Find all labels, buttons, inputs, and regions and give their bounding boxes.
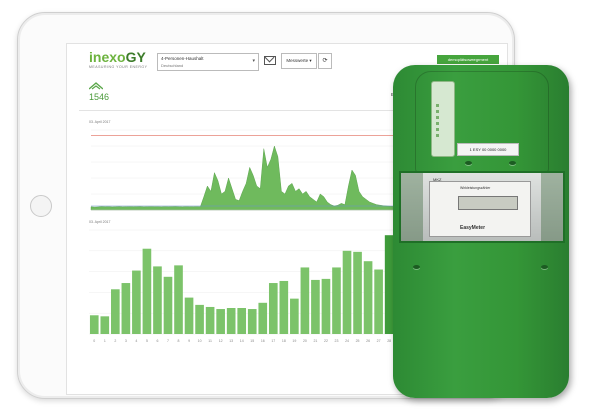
tick-label: 28 bbox=[387, 339, 391, 343]
bar bbox=[237, 308, 247, 334]
tick-label: 5 bbox=[146, 339, 148, 343]
location-subtitle: Deutschland bbox=[161, 63, 184, 68]
top-action-button[interactable]: demoplätsoweegrment bbox=[437, 55, 499, 64]
share-button[interactable]: ⟳ bbox=[318, 53, 332, 69]
meter-model-label: MKZ bbox=[433, 177, 442, 182]
mail-icon[interactable] bbox=[264, 56, 276, 65]
tick-label: 0 bbox=[93, 339, 95, 343]
meter-brand: EasyMeter bbox=[460, 225, 486, 231]
bar bbox=[363, 261, 373, 334]
tick-label: 18 bbox=[282, 339, 286, 343]
bar bbox=[121, 283, 131, 334]
bar bbox=[132, 270, 141, 334]
bar bbox=[226, 308, 236, 334]
tick-label: 13 bbox=[229, 339, 233, 343]
meter-lcd-display bbox=[458, 196, 518, 210]
bar bbox=[89, 315, 99, 334]
window-side-right bbox=[541, 173, 563, 241]
meter-counter: 1546 bbox=[89, 92, 110, 102]
bar bbox=[332, 267, 341, 334]
measurements-menu-button[interactable]: Messwerte ▾ bbox=[281, 53, 317, 69]
brand-logo[interactable]: inexoGY bbox=[89, 49, 146, 65]
logo-text-a: inexo bbox=[89, 49, 126, 65]
screw-icon bbox=[509, 161, 516, 165]
tick-label: 26 bbox=[366, 339, 370, 343]
bar bbox=[321, 278, 331, 334]
bar bbox=[290, 298, 299, 334]
meter-faceplate: Wirkleistungszähler EasyMeter bbox=[429, 181, 531, 237]
tick-label: 12 bbox=[219, 339, 223, 343]
tick-label: 16 bbox=[261, 339, 265, 343]
tick-label: 25 bbox=[356, 339, 360, 343]
tick-label: 19 bbox=[292, 339, 296, 343]
bar bbox=[258, 302, 268, 334]
tick-label: 2 bbox=[114, 339, 116, 343]
tick-label: 11 bbox=[208, 339, 212, 343]
bar bbox=[216, 309, 225, 334]
bar bbox=[247, 309, 257, 334]
gateway-connector bbox=[431, 81, 455, 157]
tick-label: 20 bbox=[303, 339, 307, 343]
bar bbox=[311, 279, 320, 334]
bar-chart-date: 03. April 2017 bbox=[89, 220, 111, 224]
daily-bar-chart: 0 1 2 3 4 5 6 7 8 9 10 11 12 13 14 15 16 17 18 19 20 21 22 23 24… bbox=[89, 229, 426, 343]
smart-meter-device: 1 ESY 00 0000 0000 Wirkleistungszähler E… bbox=[393, 65, 569, 398]
bar bbox=[184, 297, 194, 334]
tick-label: 17 bbox=[271, 339, 275, 343]
bar bbox=[111, 289, 120, 334]
tick-label: 7 bbox=[167, 339, 169, 343]
line-chart-date: 03. April 2017 bbox=[89, 120, 111, 124]
tick-label: 1 bbox=[104, 339, 106, 343]
bar bbox=[153, 266, 162, 334]
logo-tagline: MEASURING YOUR ENERGY bbox=[89, 65, 148, 69]
screw-icon bbox=[465, 161, 472, 165]
bar bbox=[300, 267, 310, 334]
led-strip-icon bbox=[436, 104, 439, 137]
bar bbox=[195, 304, 204, 334]
bar bbox=[342, 250, 352, 334]
tick-label: 14 bbox=[240, 339, 244, 343]
tick-label: 9 bbox=[188, 339, 190, 343]
tick-label: 24 bbox=[345, 339, 349, 343]
tick-label: 22 bbox=[324, 339, 328, 343]
power-line-chart bbox=[90, 129, 427, 211]
window-side-left bbox=[401, 173, 423, 241]
bar bbox=[205, 306, 215, 334]
meter-face-label: Wirkleistungszähler bbox=[460, 186, 491, 190]
bar bbox=[279, 280, 289, 334]
tick-label: 15 bbox=[250, 339, 254, 343]
location-selector[interactable]: 4-Personen-Haushalt Deutschland ▾ bbox=[157, 53, 259, 71]
tick-label: 10 bbox=[198, 339, 202, 343]
tick-label: 8 bbox=[178, 339, 180, 343]
bar bbox=[163, 276, 173, 334]
bar bbox=[174, 265, 183, 334]
bar bbox=[100, 316, 110, 334]
tick-label: 21 bbox=[313, 339, 317, 343]
meter-window: Wirkleistungszähler EasyMeter MKZ bbox=[399, 171, 565, 243]
bar bbox=[268, 283, 278, 334]
screw-icon bbox=[413, 265, 420, 269]
bar bbox=[353, 251, 362, 334]
house-icon bbox=[89, 82, 103, 90]
tick-label: 4 bbox=[135, 339, 137, 343]
serial-number-label: 1 ESY 00 0000 0000 bbox=[457, 143, 519, 156]
screw-icon bbox=[541, 265, 548, 269]
bar bbox=[374, 269, 383, 334]
tick-label: 23 bbox=[335, 339, 339, 343]
tick-label: 6 bbox=[156, 339, 158, 343]
logo-text-b: GY bbox=[125, 49, 146, 65]
tick-label: 3 bbox=[125, 339, 127, 343]
home-button[interactable] bbox=[30, 195, 52, 217]
location-title: 4-Personen-Haushalt bbox=[161, 56, 204, 61]
chevron-down-icon: ▾ bbox=[252, 58, 255, 64]
tick-label: 27 bbox=[377, 339, 381, 343]
bar bbox=[142, 248, 152, 334]
